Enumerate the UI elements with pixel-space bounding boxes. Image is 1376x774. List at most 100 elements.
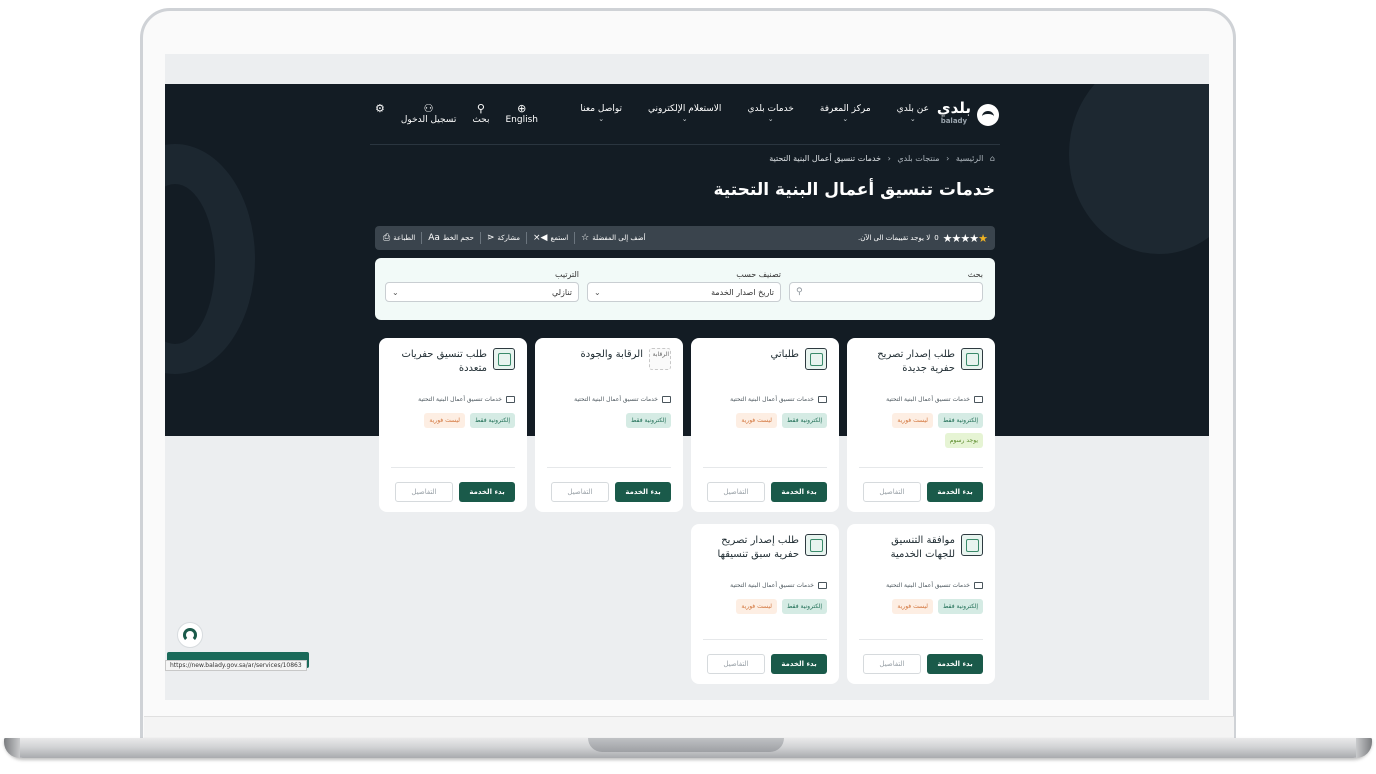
- card-title[interactable]: موافقة التنسيق للجهات الخدمية: [859, 534, 955, 562]
- breadcrumb-home[interactable]: الرئيسية: [956, 154, 984, 163]
- font-size-label: حجم الخط: [442, 234, 474, 242]
- page-title: خدمات تنسيق أعمال البنية التحتية: [713, 180, 995, 200]
- card-tags: إلكترونية فقط ليست فورية: [703, 413, 827, 428]
- card-title[interactable]: طلب تنسيق حفريات متعددة: [391, 348, 487, 376]
- print-button[interactable]: الطباعة ⎙: [383, 233, 415, 243]
- details-button[interactable]: التفاصيل: [707, 654, 765, 674]
- card-category: خدمات تنسيق أعمال البنية التحتية: [859, 396, 983, 403]
- start-service-button[interactable]: بدء الخدمة: [927, 654, 983, 674]
- details-button[interactable]: التفاصيل: [551, 482, 609, 502]
- card-category: خدمات تنسيق أعمال البنية التحتية: [391, 396, 515, 403]
- start-service-button[interactable]: بدء الخدمة: [771, 654, 827, 674]
- font-size-button[interactable]: حجم الخط Aa: [428, 233, 474, 243]
- classify-filter: تصنيف حسب تاريخ اصدار الخدمة ⌄: [587, 270, 781, 302]
- tag-not-instant: ليست فورية: [736, 413, 777, 428]
- chevron-down-icon: ⌄: [594, 287, 601, 297]
- image-alt-text: الرقابة: [652, 351, 669, 358]
- support-chat-button[interactable]: [177, 622, 203, 648]
- search-button[interactable]: ⚲ بحث: [472, 102, 489, 125]
- card-title[interactable]: طلب إصدار تصريح حفرية سبق تنسيقها: [703, 534, 799, 562]
- breadcrumb-section[interactable]: منتجات بلدي: [897, 154, 939, 163]
- nav-item-about[interactable]: عن بلدي ⌄: [897, 104, 929, 123]
- tag-not-instant: ليست فورية: [736, 599, 777, 614]
- details-button[interactable]: التفاصيل: [863, 654, 921, 674]
- card-tags: إلكترونية فقط ليست فورية يوجد رسوم: [859, 413, 983, 448]
- card-header: موافقة التنسيق للجهات الخدمية: [859, 534, 983, 578]
- share-button[interactable]: مشاركة ⋖: [487, 233, 520, 243]
- classify-select[interactable]: تاريخ اصدار الخدمة ⌄: [587, 282, 781, 302]
- action-separator: [526, 232, 527, 244]
- sort-select[interactable]: تنازلي ⌄: [385, 282, 579, 302]
- card-category-text: خدمات تنسيق أعمال البنية التحتية: [886, 582, 970, 589]
- listen-button[interactable]: استمع ◀×: [533, 233, 568, 243]
- favorite-button[interactable]: أضف إلى المفضلة ☆: [581, 233, 645, 243]
- service-card: طلب إصدار تصريح حفرية جديدة خدمات تنسيق …: [847, 338, 995, 512]
- start-service-button[interactable]: بدء الخدمة: [615, 482, 671, 502]
- nav-item-services[interactable]: خدمات بلدي ⌄: [747, 104, 793, 123]
- nav-tools: ⊕ English ⚲ بحث ⚇ تسجيل الدخول ⚙: [375, 102, 538, 125]
- logo-text: بلدي balady: [937, 101, 971, 128]
- login-button[interactable]: ⚇ تسجيل الدخول: [401, 102, 456, 125]
- start-service-button[interactable]: بدء الخدمة: [927, 482, 983, 502]
- tag-electronic: إلكترونية فقط: [781, 599, 827, 614]
- category-icon: [818, 396, 827, 403]
- tag-electronic: إلكترونية فقط: [469, 413, 515, 428]
- nav-item-inquiry[interactable]: الاستعلام الإلكتروني ⌄: [648, 104, 721, 123]
- settings-button[interactable]: ⚙: [375, 102, 385, 125]
- start-service-button[interactable]: بدء الخدمة: [459, 482, 515, 502]
- card-category: خدمات تنسيق أعمال البنية التحتية: [703, 582, 827, 589]
- card-category-text: خدمات تنسيق أعمال البنية التحتية: [574, 396, 658, 403]
- nav-item-label: الاستعلام الإلكتروني: [648, 104, 722, 114]
- card-footer: بدء الخدمة التفاصيل: [391, 467, 515, 502]
- requests-list-icon: [805, 348, 827, 370]
- card-header: الرقابة الرقابة والجودة: [547, 348, 671, 392]
- balady-logo[interactable]: بلدي balady: [937, 101, 999, 128]
- tag-electronic: إلكترونية فقط: [937, 599, 983, 614]
- service-card: الرقابة الرقابة والجودة خدمات تنسيق أعما…: [535, 338, 683, 512]
- action-separator: [479, 232, 481, 244]
- card-category-text: خدمات تنسيق أعمال البنية التحتية: [730, 582, 814, 589]
- card-category: خدمات تنسيق أعمال البنية التحتية: [703, 396, 827, 403]
- permit-document-icon: [805, 534, 827, 556]
- star-outline-icon: ☆: [581, 233, 590, 243]
- speaker-mute-icon: ◀×: [533, 233, 548, 243]
- share-label: مشاركة: [497, 234, 520, 242]
- card-category-text: خدمات تنسيق أعمال البنية التحتية: [418, 396, 502, 403]
- sort-filter: الترتيب تنازلي ⌄: [385, 270, 579, 302]
- action-separator: [421, 232, 423, 244]
- filter-panel: بحث ⚲ تصنيف حسب تاريخ اصدار الخدمة ⌄ الت…: [375, 258, 995, 320]
- card-title[interactable]: الرقابة والجودة: [581, 348, 643, 362]
- tag-electronic: إلكترونية فقط: [781, 413, 827, 428]
- details-button[interactable]: التفاصيل: [707, 482, 765, 502]
- card-title[interactable]: طلباتي: [771, 348, 799, 362]
- top-gap: [165, 54, 1209, 84]
- details-button[interactable]: التفاصيل: [863, 482, 921, 502]
- card-category: خدمات تنسيق أعمال البنية التحتية: [859, 582, 983, 589]
- start-service-button[interactable]: بدء الخدمة: [771, 482, 827, 502]
- page-actions: أضف إلى المفضلة ☆ استمع ◀× مشاركة ⋖ حجم الخ…: [383, 232, 646, 244]
- nav-item-knowledge[interactable]: مركز المعرفة ⌄: [820, 104, 871, 123]
- action-bar: ★★★★★ 0 لا يوجد تقييمات الى الآن. أضف إل…: [375, 226, 995, 250]
- nav-item-label: خدمات بلدي: [747, 104, 794, 114]
- home-icon[interactable]: ⌂: [990, 154, 995, 163]
- rating-stars-icon[interactable]: ★★★★★: [943, 232, 988, 245]
- printer-icon: ⎙: [383, 233, 391, 243]
- nav-divider: [370, 144, 1000, 145]
- globe-icon: ⊕: [517, 102, 527, 115]
- card-tags: إلكترونية فقط ليست فورية: [391, 413, 515, 428]
- nav-item-label: تواصل معنا: [580, 104, 623, 114]
- card-footer: بدء الخدمة التفاصيل: [859, 467, 983, 502]
- category-icon: [662, 396, 671, 403]
- favorite-label: أضف إلى المفضلة: [592, 234, 646, 242]
- card-title[interactable]: طلب إصدار تصريح حفرية جديدة: [859, 348, 955, 376]
- status-bar-url: https://new.balady.gov.sa/ar/services/10…: [165, 660, 307, 671]
- card-tags: إلكترونية فقط ليست فورية: [703, 599, 827, 614]
- broken-image-icon: الرقابة: [649, 348, 671, 370]
- card-header: طلب إصدار تصريح حفرية سبق تنسيقها: [703, 534, 827, 578]
- card-footer: بدء الخدمة التفاصيل: [859, 639, 983, 674]
- language-toggle[interactable]: ⊕ English: [506, 102, 539, 125]
- card-footer: بدء الخدمة التفاصيل: [547, 467, 671, 502]
- search-input[interactable]: ⚲: [789, 282, 983, 302]
- nav-item-contact[interactable]: تواصل معنا ⌄: [580, 104, 622, 123]
- details-button[interactable]: التفاصيل: [395, 482, 453, 502]
